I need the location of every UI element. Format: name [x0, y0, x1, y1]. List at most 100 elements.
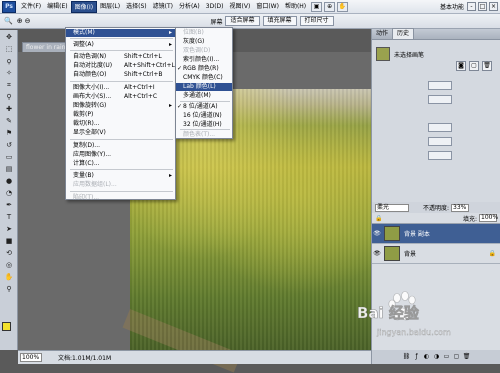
image-menu-item[interactable]: 变量(B) ▸: [66, 172, 175, 180]
menu-select[interactable]: 选择(S): [123, 1, 150, 13]
marquee-tool-icon[interactable]: ⬚: [2, 44, 16, 54]
opacity-field[interactable]: 33%: [451, 203, 470, 212]
adjustment-icon[interactable]: ◑: [433, 353, 441, 361]
fill-screen-button[interactable]: 填充屏幕: [262, 16, 297, 26]
eraser-tool-icon[interactable]: ▭: [2, 152, 16, 162]
hand-tool-icon[interactable]: ✋: [2, 272, 16, 282]
menu-3d[interactable]: 3D(D): [203, 1, 227, 13]
layer-row-background[interactable]: 👁 背景 🔒: [372, 244, 500, 264]
panel-button-4[interactable]: [428, 137, 452, 146]
brush-tool-icon[interactable]: ✎: [2, 116, 16, 126]
clone-stamp-tool-icon[interactable]: ⚑: [2, 128, 16, 138]
dodge-tool-icon[interactable]: ◔: [2, 188, 16, 198]
eyedropper-tool-icon[interactable]: ⚲: [2, 92, 16, 102]
fx-icon[interactable]: ƒ: [413, 353, 421, 361]
image-menu-item[interactable]: 自动色调(N) Shift+Ctrl+L: [66, 53, 175, 61]
mode-menu-item[interactable]: 索引颜色(I)...: [176, 56, 232, 64]
menu-window[interactable]: 窗口(W): [253, 1, 282, 13]
lasso-tool-icon[interactable]: ϙ: [2, 56, 16, 66]
path-selection-tool-icon[interactable]: ➤: [2, 224, 16, 234]
close-button[interactable]: ×: [489, 2, 498, 11]
foreground-color-swatch[interactable]: [2, 322, 11, 331]
layer-name[interactable]: 背景 副本: [404, 229, 430, 238]
workspace-switcher[interactable]: 基本功能: [440, 2, 467, 11]
eye-icon[interactable]: 👁: [372, 250, 382, 257]
menu-analysis[interactable]: 分析(A): [176, 1, 203, 13]
crop-tool-icon[interactable]: ⌗: [2, 80, 16, 90]
history-snapshot-label[interactable]: 未选择画笔: [394, 50, 424, 59]
link-icon[interactable]: ⛓: [403, 353, 411, 361]
image-menu-item[interactable]: 自动对比度(U) Alt+Shift+Ctrl+L: [66, 62, 175, 70]
image-menu-item[interactable]: 应用图像(Y)...: [66, 151, 175, 159]
tab-history[interactable]: 历史: [392, 28, 415, 39]
image-menu-item[interactable]: 图像大小(I)... Alt+Ctrl+I: [66, 84, 175, 92]
mode-menu-item[interactable]: ✓ 8 位/通道(A): [176, 103, 232, 111]
image-menu-item[interactable]: 复制(D)...: [66, 142, 175, 150]
3d-orbit-tool-icon[interactable]: ◎: [2, 260, 16, 270]
panel-button-2[interactable]: [428, 95, 452, 104]
menu-edit[interactable]: 编辑(E): [44, 1, 70, 13]
eye-icon[interactable]: 👁: [372, 230, 382, 237]
mode-menu-item[interactable]: CMYK 颜色(C): [176, 74, 232, 82]
blur-tool-icon[interactable]: ●: [2, 176, 16, 186]
shape-tool-icon[interactable]: ■: [2, 236, 16, 246]
gradient-tool-icon[interactable]: ▤: [2, 164, 16, 174]
type-tool-icon[interactable]: T: [2, 212, 16, 222]
fill-field[interactable]: 100%: [479, 214, 498, 222]
zoom-in-icon[interactable]: ⊕: [17, 17, 23, 25]
layer-name[interactable]: 背景: [404, 249, 416, 258]
new-layer-icon[interactable]: ▢: [453, 353, 461, 361]
history-brush-tool-icon[interactable]: ↺: [2, 140, 16, 150]
healing-brush-tool-icon[interactable]: ✚: [2, 104, 16, 114]
mode-menu-item[interactable]: ✓ RGB 颜色(R): [176, 65, 232, 73]
blend-mode-select[interactable]: 柔光: [375, 203, 409, 212]
trash-icon[interactable]: 🗑: [463, 353, 471, 361]
zoom-tool-icon[interactable]: ⚲: [2, 284, 16, 294]
menu-help[interactable]: 帮助(H): [282, 1, 309, 13]
move-tool-icon[interactable]: ✥: [2, 32, 16, 42]
zoom-icon[interactable]: ⊕: [324, 1, 336, 12]
image-menu-item[interactable]: 裁切(R)...: [66, 120, 175, 128]
panel-button-3[interactable]: [428, 123, 452, 132]
image-menu-item[interactable]: 调整(A) ▸: [66, 41, 175, 49]
zoom-field[interactable]: 100%: [20, 353, 42, 362]
mode-menu-item[interactable]: 多通道(M): [176, 92, 232, 100]
fit-screen-button[interactable]: 适合屏幕: [225, 16, 260, 26]
zoom-tool-icon[interactable]: 🔍: [4, 17, 13, 25]
image-menu-item[interactable]: 计算(C)...: [66, 160, 175, 168]
image-menu-item[interactable]: 画布大小(S)... Alt+Ctrl+C: [66, 93, 175, 101]
image-menu-item[interactable]: 图像旋转(G) ▸: [66, 102, 175, 110]
hand-icon[interactable]: ✋: [337, 1, 349, 12]
menu-file[interactable]: 文件(F): [18, 1, 44, 13]
folder-icon[interactable]: ▭: [443, 353, 451, 361]
panel-button-1[interactable]: [428, 81, 452, 90]
panel-button-5[interactable]: [428, 151, 452, 160]
3d-rotate-tool-icon[interactable]: ⟲: [2, 248, 16, 258]
trash-icon[interactable]: 🗑: [482, 61, 492, 71]
maximize-button[interactable]: □: [478, 2, 487, 11]
print-size-button[interactable]: 打印尺寸: [299, 16, 334, 26]
new-document-icon[interactable]: ▢: [469, 61, 479, 71]
tab-actions[interactable]: 动作: [372, 29, 392, 39]
bridge-icon[interactable]: ▣: [311, 1, 323, 12]
camera-icon[interactable]: ◙: [456, 61, 466, 71]
history-snapshot-thumbnail[interactable]: [376, 47, 390, 61]
image-menu-item[interactable]: 自动颜色(O) Shift+Ctrl+B: [66, 71, 175, 79]
menu-layer[interactable]: 图层(L): [97, 1, 123, 13]
mode-menu-item[interactable]: 16 位/通道(N): [176, 112, 232, 120]
menu-filter[interactable]: 滤镜(T): [150, 1, 176, 13]
zoom-out-icon[interactable]: ⊖: [25, 17, 31, 25]
mode-menu-item[interactable]: 灰度(G): [176, 38, 232, 46]
image-menu-item[interactable]: 显示全部(V): [66, 129, 175, 137]
lock-icon[interactable]: 🔒: [372, 215, 382, 222]
magic-wand-tool-icon[interactable]: ✧: [2, 68, 16, 78]
mode-menu-item[interactable]: Lab 颜色(L): [176, 83, 232, 91]
menu-image[interactable]: 图像(I): [70, 0, 98, 13]
image-menu-item[interactable]: 裁剪(P): [66, 111, 175, 119]
minimize-button[interactable]: -: [467, 2, 476, 11]
pen-tool-icon[interactable]: ✒: [2, 200, 16, 210]
mask-icon[interactable]: ◐: [423, 353, 431, 361]
menu-view[interactable]: 视图(V): [227, 1, 254, 13]
image-menu-item[interactable]: 模式(M) ▸: [66, 29, 175, 37]
layer-row-background-copy[interactable]: 👁 背景 副本: [372, 224, 500, 244]
